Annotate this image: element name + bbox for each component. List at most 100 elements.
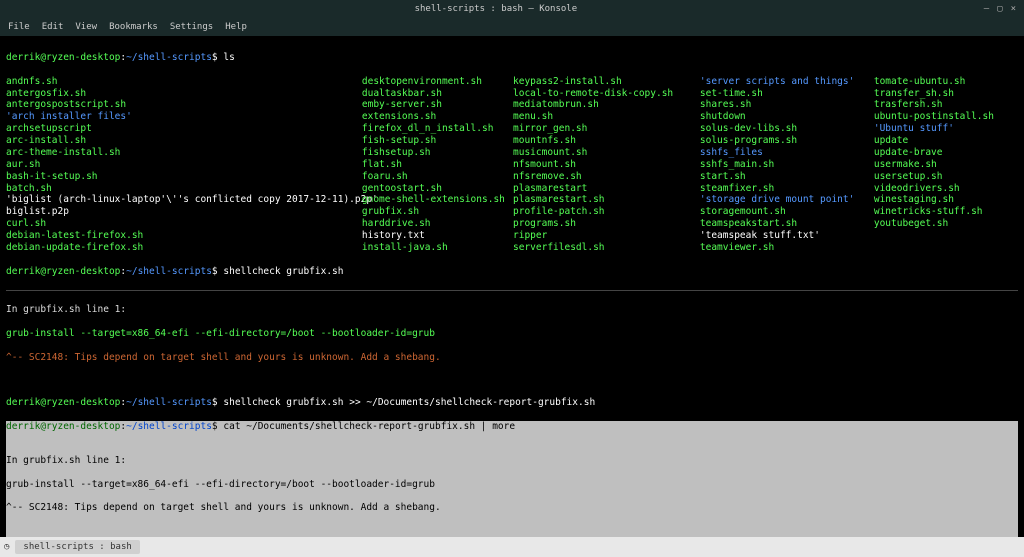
window-controls: — ▢ × bbox=[984, 4, 1016, 14]
file-entry: youtubeget.sh bbox=[874, 218, 1018, 230]
titlebar: shell-scripts : bash — Konsole — ▢ × bbox=[0, 0, 1024, 18]
file-entry: winestaging.sh bbox=[874, 194, 1018, 206]
menu-view[interactable]: View bbox=[75, 22, 97, 32]
file-entry: antergosfix.sh bbox=[6, 88, 362, 100]
file-entry: keypass2-install.sh bbox=[513, 76, 700, 88]
file-entry: arc-theme-install.sh bbox=[6, 147, 362, 159]
cmd-ls: ls bbox=[223, 52, 234, 63]
file-entry: solus-programs.sh bbox=[700, 135, 874, 147]
file-entry: 'Ubuntu stuff' bbox=[874, 123, 1018, 135]
file-entry: solus-dev-libs.sh bbox=[700, 123, 874, 135]
file-entry: history.txt bbox=[362, 230, 513, 242]
file-entry: emby-server.sh bbox=[362, 99, 513, 111]
file-entry: serverfilesdl.sh bbox=[513, 242, 700, 254]
shellcheck-out-1: In grubfix.sh line 1: bbox=[6, 304, 1018, 316]
file-entry: set-time.sh bbox=[700, 88, 874, 100]
file-entry: debian-update-firefox.sh bbox=[6, 242, 362, 254]
file-entry: harddrive.sh bbox=[362, 218, 513, 230]
file-entry: transfer_sh.sh bbox=[874, 88, 1018, 100]
menu-help[interactable]: Help bbox=[225, 22, 247, 32]
file-entry: 'arch installer files' bbox=[6, 111, 362, 123]
menubar: File Edit View Bookmarks Settings Help bbox=[0, 18, 1024, 36]
file-entry: dualtaskbar.sh bbox=[362, 88, 513, 100]
file-entry: bash-it-setup.sh bbox=[6, 171, 362, 183]
file-entry: usersetup.sh bbox=[874, 171, 1018, 183]
file-entry: mediatombrun.sh bbox=[513, 99, 700, 111]
file-entry: desktopenvironment.sh bbox=[362, 76, 513, 88]
maximize-button[interactable]: ▢ bbox=[997, 4, 1002, 14]
file-entry: arc-install.sh bbox=[6, 135, 362, 147]
file-entry: start.sh bbox=[700, 171, 874, 183]
selected-block: derrik@ryzen-desktop:~/shell-scripts$ ca… bbox=[6, 421, 1018, 537]
window-title: shell-scripts : bash — Konsole bbox=[8, 4, 984, 14]
file-entry: foaru.sh bbox=[362, 171, 513, 183]
shellcheck-out-2: In grubfix.sh line 1: bbox=[6, 455, 1018, 467]
file-entry: sshfs_main.sh bbox=[700, 159, 874, 171]
file-entry: teamviewer.sh bbox=[700, 242, 874, 254]
taskbar-item-konsole[interactable]: shell-scripts : bash bbox=[15, 540, 139, 554]
file-entry: batch.sh bbox=[6, 183, 362, 195]
file-entry: shutdown bbox=[700, 111, 874, 123]
file-entry: antergospostscript.sh bbox=[6, 99, 362, 111]
file-entry: ripper bbox=[513, 230, 700, 242]
file-entry: curl.sh bbox=[6, 218, 362, 230]
menu-settings[interactable]: Settings bbox=[170, 22, 213, 32]
file-entry: profile-patch.sh bbox=[513, 206, 700, 218]
file-entry: usermake.sh bbox=[874, 159, 1018, 171]
file-entry: debian-latest-firefox.sh bbox=[6, 230, 362, 242]
file-entry: grubfix.sh bbox=[362, 206, 513, 218]
file-entry: andnfs.sh bbox=[6, 76, 362, 88]
file-entry: nfsmount.sh bbox=[513, 159, 700, 171]
file-entry: teamspeakstart.sh bbox=[700, 218, 874, 230]
file-entry: 'teamspeak stuff.txt' bbox=[700, 230, 874, 242]
cmd-cat: cat ~/Documents/shellcheck-report-grubfi… bbox=[223, 421, 515, 432]
file-entry: install-java.sh bbox=[362, 242, 513, 254]
file-entry: mirror_gen.sh bbox=[513, 123, 700, 135]
file-entry: extensions.sh bbox=[362, 111, 513, 123]
file-entry: fish-setup.sh bbox=[362, 135, 513, 147]
file-entry: local-to-remote-disk-copy.sh bbox=[513, 88, 700, 100]
prompt-user: derrik@ryzen-desktop bbox=[6, 52, 120, 63]
file-entry: biglist.p2p bbox=[6, 206, 362, 218]
close-button[interactable]: × bbox=[1011, 4, 1016, 14]
file-entry: winetricks-stuff.sh bbox=[874, 206, 1018, 218]
ls-output: andnfs.shantergosfix.shantergospostscrip… bbox=[6, 76, 1018, 254]
start-button[interactable]: ◷ bbox=[4, 542, 9, 552]
file-entry: archsetupscript bbox=[6, 123, 362, 135]
file-entry: plasmarestart.sh bbox=[513, 194, 700, 206]
file-entry: menu.sh bbox=[513, 111, 700, 123]
file-entry: nfsremove.sh bbox=[513, 171, 700, 183]
file-entry: gnome-shell-extensions.sh bbox=[362, 194, 513, 206]
file-entry: programs.sh bbox=[513, 218, 700, 230]
file-entry: storagemount.sh bbox=[700, 206, 874, 218]
file-entry: 'biglist (arch-linux-laptop'\''s conflic… bbox=[6, 194, 362, 206]
file-entry: shares.sh bbox=[700, 99, 874, 111]
minimize-button[interactable]: — bbox=[984, 4, 989, 14]
file-entry: ubuntu-postinstall.sh bbox=[874, 111, 1018, 123]
menu-edit[interactable]: Edit bbox=[42, 22, 64, 32]
taskbar: ◷ shell-scripts : bash bbox=[0, 537, 1024, 557]
file-entry: sshfs_files bbox=[700, 147, 874, 159]
file-entry: trasfersh.sh bbox=[874, 99, 1018, 111]
file-entry: flat.sh bbox=[362, 159, 513, 171]
file-entry: musicmount.sh bbox=[513, 147, 700, 159]
prompt-path: ~/shell-scripts bbox=[126, 52, 212, 63]
file-entry: tomate-ubuntu.sh bbox=[874, 76, 1018, 88]
file-entry: 'server scripts and things' bbox=[700, 76, 874, 88]
file-entry: update-brave bbox=[874, 147, 1018, 159]
file-entry: firefox_dl_n_install.sh bbox=[362, 123, 513, 135]
file-entry: fishsetup.sh bbox=[362, 147, 513, 159]
file-entry: aur.sh bbox=[6, 159, 362, 171]
file-entry: 'storage drive mount point' bbox=[700, 194, 874, 206]
file-entry: update bbox=[874, 135, 1018, 147]
file-entry: videodrivers.sh bbox=[874, 183, 1018, 195]
file-entry: gentoostart.sh bbox=[362, 183, 513, 195]
divider bbox=[6, 290, 1018, 291]
menu-bookmarks[interactable]: Bookmarks bbox=[109, 22, 158, 32]
file-entry: steamfixer.sh bbox=[700, 183, 874, 195]
terminal[interactable]: derrik@ryzen-desktop:~/shell-scripts$ ls… bbox=[0, 36, 1024, 537]
cmd-shellcheck2: shellcheck grubfix.sh >> ~/Documents/she… bbox=[223, 397, 595, 408]
file-entry: plasmarestart bbox=[513, 183, 700, 195]
menu-file[interactable]: File bbox=[8, 22, 30, 32]
cmd-shellcheck1: shellcheck grubfix.sh bbox=[223, 266, 343, 277]
